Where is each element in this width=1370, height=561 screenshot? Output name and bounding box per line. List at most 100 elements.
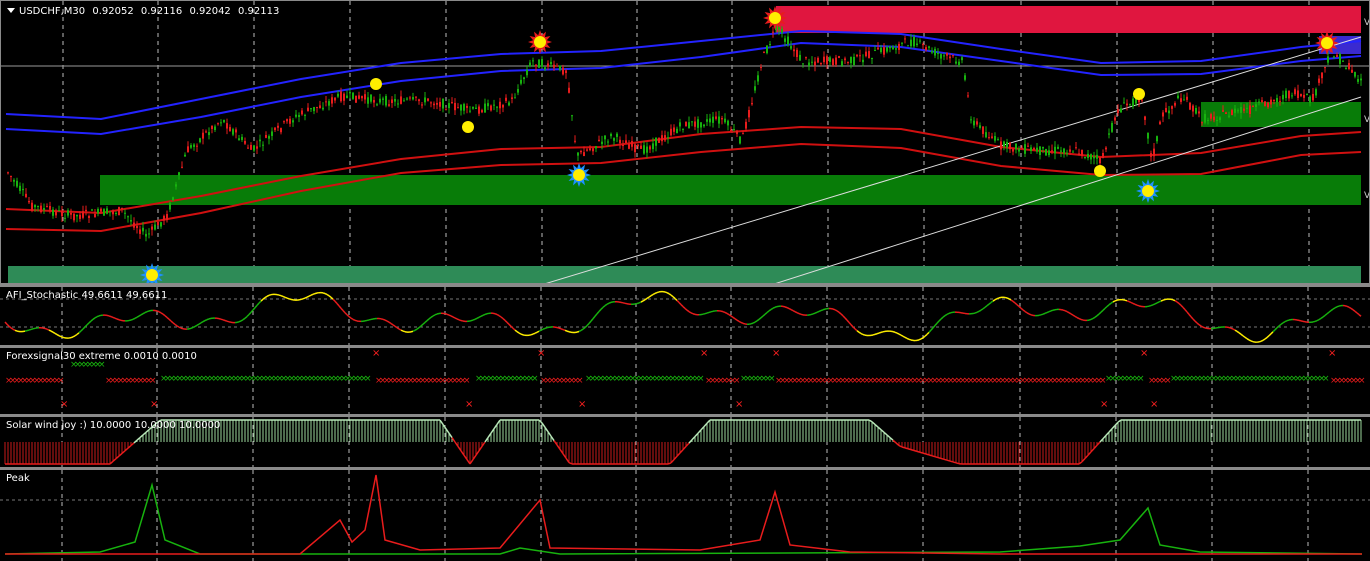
candle-body (1078, 153, 1080, 155)
collapse-arrow-icon[interactable] (7, 8, 15, 13)
stochastic-line (1068, 312, 1072, 315)
stochastic-line (588, 320, 592, 324)
lower-support-zone (8, 266, 1361, 283)
candle-body (1195, 107, 1197, 114)
candle-body (895, 48, 897, 50)
candle-body (1057, 146, 1059, 149)
price-chart[interactable] (1, 1, 1370, 284)
candle-body (523, 77, 525, 80)
stochastic-chart (0, 287, 1370, 345)
candle-body (238, 138, 240, 141)
signal-mark: × (531, 374, 539, 384)
forexsignal-pane[interactable]: × × × × × × × × × × × × × × × × × × × × × × × × × × × × × × × × × × × × × × × ×… (0, 348, 1370, 414)
extreme-mark: × (465, 399, 473, 410)
candle-body (58, 210, 60, 212)
stochastic-line (560, 328, 564, 331)
peak-pane[interactable]: Peak (0, 470, 1370, 561)
stochastic-line (530, 333, 534, 336)
candle-body (496, 106, 498, 108)
stochastic-line (218, 317, 222, 320)
candle-body (931, 51, 933, 53)
candle-body (286, 119, 288, 122)
stochastic-line (254, 304, 258, 309)
buy-signal-marker-dot (146, 269, 158, 281)
candle-body (748, 110, 750, 118)
candle-body (337, 93, 339, 97)
candle-body (1210, 114, 1212, 119)
stochastic-line (1282, 320, 1286, 324)
solar-line (937, 456, 942, 460)
stochastic-line (1004, 296, 1008, 299)
candle-body (445, 109, 447, 111)
candle-body (376, 104, 378, 106)
stochastic-line (192, 325, 196, 329)
candle-body (313, 107, 315, 112)
candle-body (1327, 56, 1329, 63)
candle-body (697, 119, 699, 128)
swing-point-marker (370, 78, 382, 90)
candle-body (166, 214, 168, 221)
candle-body (25, 193, 27, 198)
stochastic-line (306, 295, 310, 298)
stochastic-line (1236, 330, 1240, 334)
stochastic-line (1200, 325, 1204, 328)
candle-body (76, 214, 78, 217)
stochastic-line (70, 336, 74, 339)
candle-body (721, 118, 723, 120)
candle-body (475, 107, 477, 109)
candle-body (505, 97, 507, 101)
stochastic-line (786, 306, 790, 310)
stochastic-line (238, 320, 242, 323)
stochastic-pane[interactable]: AFI_Stochastic 49.6611 49.6611 (0, 287, 1370, 345)
candle-body (535, 64, 537, 67)
stochastic-line (896, 332, 900, 335)
stochastic-line (476, 316, 480, 319)
candle-body (577, 152, 579, 156)
solar-wind-pane[interactable]: Solar wind joy :) 10.0000 10.0000 10.000… (0, 417, 1370, 467)
candle-body (22, 188, 24, 191)
candle-body (145, 233, 147, 237)
candle-body (1150, 153, 1152, 157)
candle-body (628, 144, 630, 149)
stochastic-line (734, 318, 738, 321)
candle-body (877, 47, 879, 50)
candle-body (634, 144, 636, 153)
stochastic-line (1014, 302, 1018, 306)
stochastic-line (984, 305, 988, 308)
candle-body (1339, 54, 1341, 64)
stochastic-line (1184, 309, 1188, 313)
stochastic-line (690, 312, 694, 315)
candle-body (568, 87, 570, 93)
candle-body (715, 116, 717, 119)
price-chart-pane[interactable]: USDCHF,M30 0.92052 0.92116 0.92042 0.921… (0, 0, 1370, 284)
stochastic-line (702, 312, 706, 315)
stochastic-line (328, 295, 332, 298)
extreme-mark: × (60, 399, 68, 410)
stochastic-line (174, 323, 178, 327)
stochastic-line (244, 315, 248, 319)
stochastic-line (354, 319, 358, 322)
candle-body (1285, 90, 1287, 99)
candle-body (181, 166, 183, 168)
stochastic-line (1242, 335, 1246, 338)
stochastic-line (156, 310, 160, 313)
candle-body (538, 59, 540, 68)
stochastic-line (650, 293, 654, 297)
stochastic-line (900, 334, 904, 337)
stochastic-line (60, 335, 64, 339)
candle-body (301, 110, 303, 115)
candle-body (37, 206, 39, 208)
candle-body (193, 144, 195, 147)
candle-body (1183, 99, 1185, 101)
forexsignal-chart: ×××××××××××××××××××××××××××××××××× ××××××… (5, 348, 1366, 414)
candle-body (169, 203, 171, 210)
candle-body (1054, 146, 1056, 154)
stochastic-line (1248, 339, 1252, 342)
candle-body (307, 107, 309, 112)
stochastic-line (730, 315, 734, 318)
stochastic-line (666, 292, 670, 295)
candle-body (250, 144, 252, 150)
stochastic-line (1320, 316, 1324, 319)
stochastic-line (590, 318, 594, 322)
extreme-mark: × (1140, 348, 1148, 359)
